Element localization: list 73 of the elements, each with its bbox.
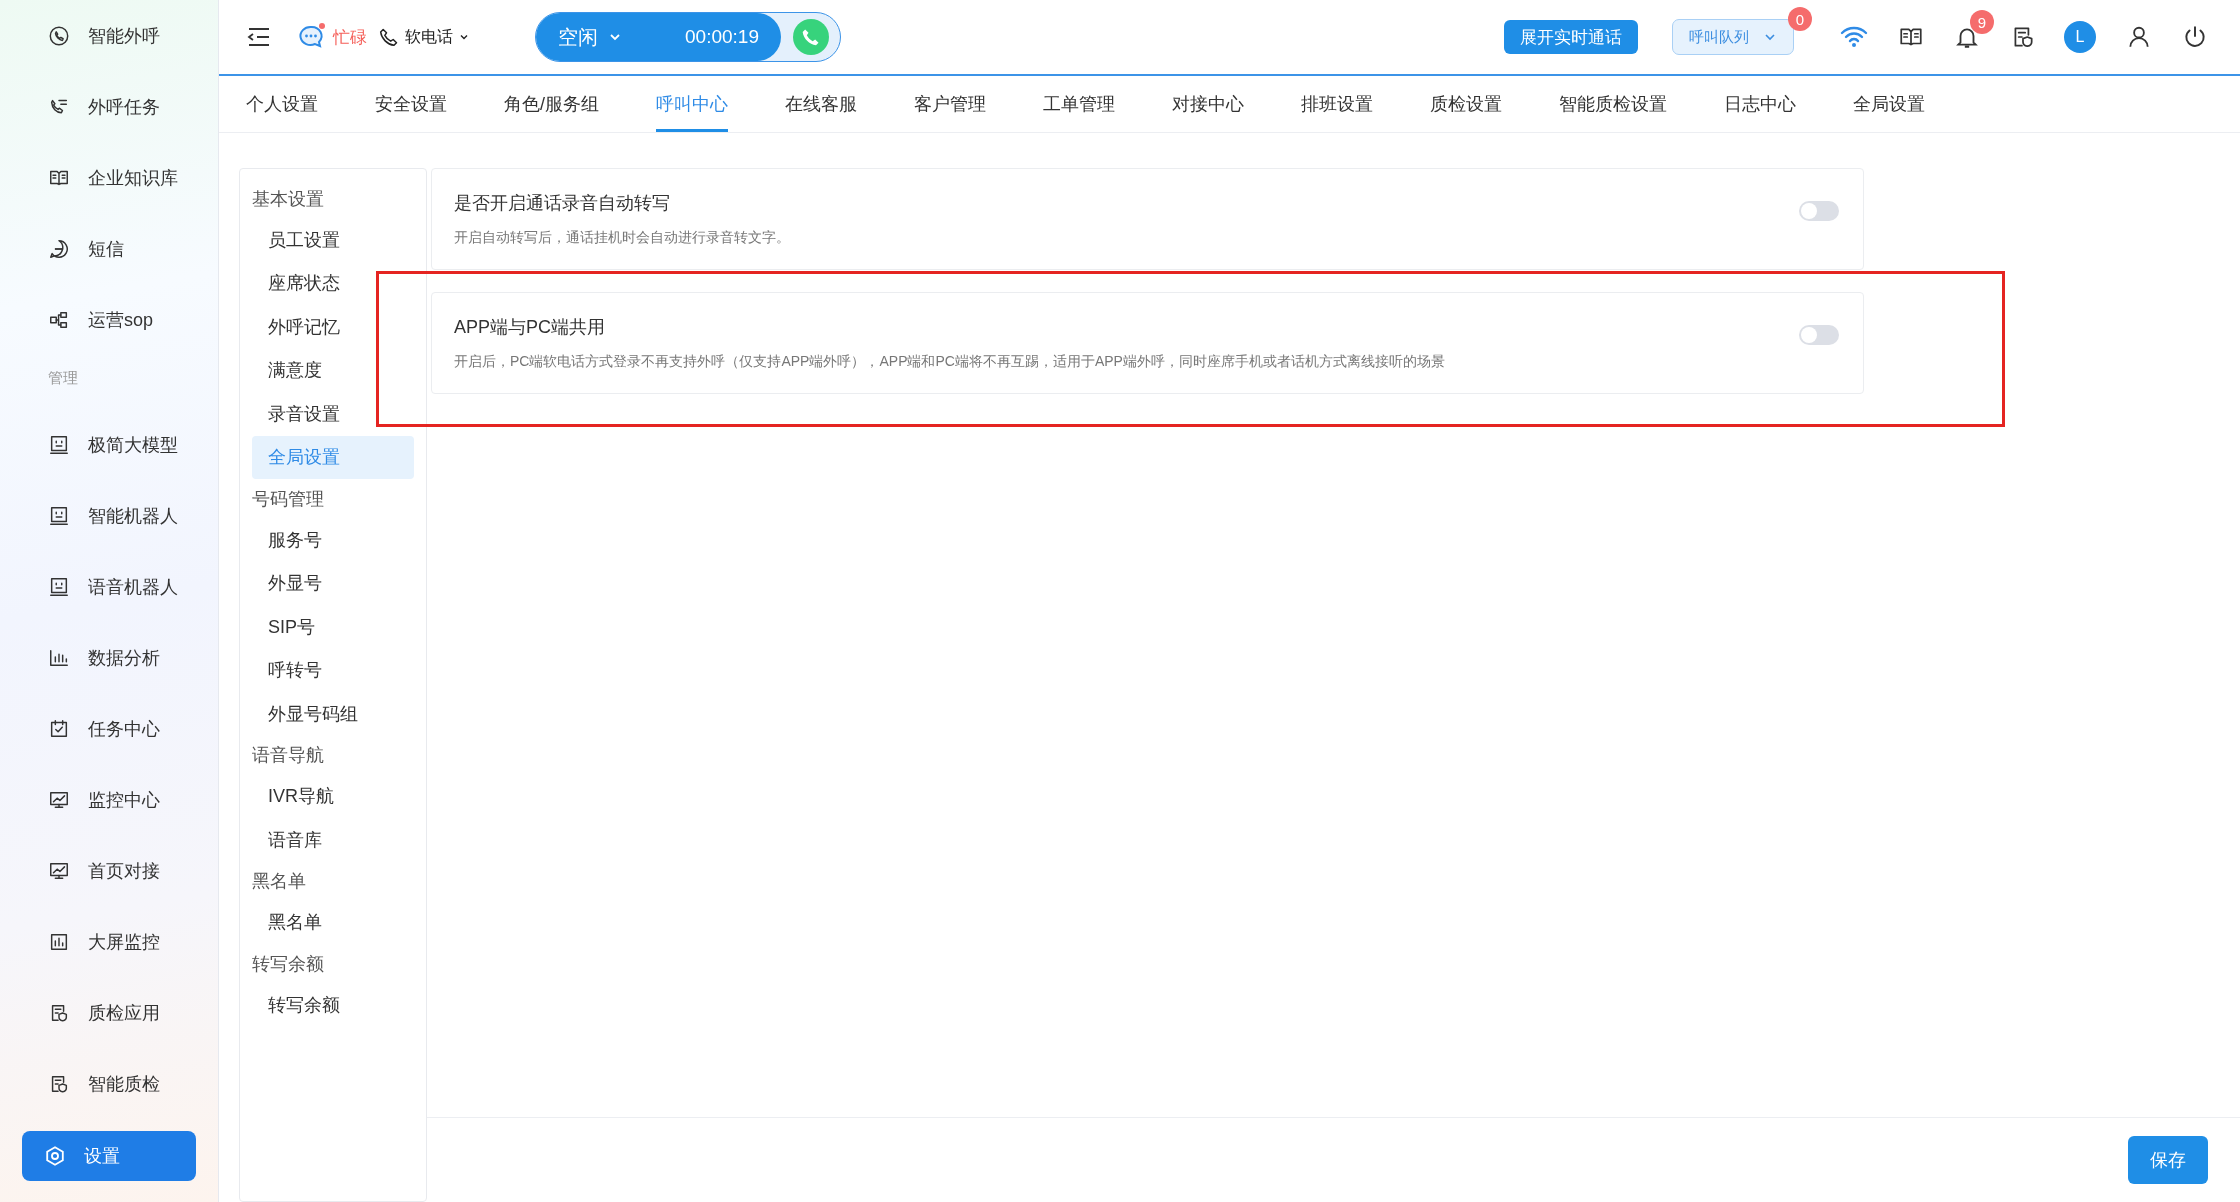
submenu-item[interactable]: 员工设置 <box>252 218 414 262</box>
nav-item[interactable]: 质检应用 <box>0 977 218 1048</box>
settings-tab[interactable]: 安全设置 <box>375 76 447 132</box>
submenu-item[interactable]: 录音设置 <box>252 392 414 436</box>
agent-status-text: 忙碌 <box>333 26 367 49</box>
nav-item[interactable]: 智能外呼 <box>0 0 218 71</box>
nav-item[interactable]: 语音机器人 <box>0 551 218 622</box>
settings-tab[interactable]: 全局设置 <box>1853 76 1925 132</box>
nav-item[interactable]: 运营sop <box>0 284 218 355</box>
phone-mode-dropdown[interactable]: 软电话 <box>379 26 469 48</box>
nav-item[interactable]: 企业知识库 <box>0 142 218 213</box>
setting-title: 是否开启通话录音自动转写 <box>454 192 671 215</box>
robot-icon <box>48 575 70 598</box>
settings-tab[interactable]: 呼叫中心 <box>656 76 728 132</box>
submenu-group-heading: 转写余额 <box>252 952 325 976</box>
settings-icon <box>44 1145 66 1167</box>
submenu-item[interactable]: 外呼记忆 <box>252 305 414 349</box>
submenu-group-heading: 黑名单 <box>252 870 307 893</box>
calendar-check-icon <box>48 717 70 740</box>
nav-item[interactable]: 设置 <box>22 1131 196 1181</box>
nav-item[interactable]: 数据分析 <box>0 622 218 693</box>
submenu-item[interactable]: 语音库 <box>252 818 414 862</box>
menu-icon[interactable] <box>247 26 271 48</box>
setting-description: 开启后，PC端软电话方式登录不再支持外呼（仅支持APP端外呼），APP端和PC端将不再互踢，适用于APP端外呼，同时座席手机或者话机方式离线接听的场景 <box>454 353 1446 371</box>
nav-item[interactable]: 大屏监控 <box>0 906 218 977</box>
settings-tab[interactable]: 质检设置 <box>1430 76 1502 132</box>
phone-icon <box>379 27 399 47</box>
nav-item[interactable]: 首页对接 <box>0 835 218 906</box>
settings-tab[interactable]: 客户管理 <box>914 76 986 132</box>
power-icon[interactable] <box>2182 24 2208 50</box>
submenu-item[interactable]: IVR导航 <box>252 774 414 818</box>
settings-tab[interactable]: 个人设置 <box>246 76 318 132</box>
nav-section-heading: 管理 <box>47 368 79 388</box>
settings-tab[interactable]: 日志中心 <box>1724 76 1796 132</box>
submenu-item[interactable]: 服务号 <box>252 518 414 562</box>
settings-tab[interactable]: 角色/服务组 <box>504 76 599 132</box>
queue-count-badge: 0 <box>1788 7 1812 31</box>
phone-icon <box>801 27 821 47</box>
setting-description: 开启自动转写后，通话挂机时会自动进行录音转文字。 <box>454 229 791 247</box>
submenu-group-heading: 基本设置 <box>252 187 325 211</box>
submenu-item[interactable]: 黑名单 <box>252 900 414 944</box>
submenu-group-heading: 语音导航 <box>252 744 325 767</box>
nav-item[interactable]: 短信 <box>0 213 218 284</box>
toggle-switch[interactable] <box>1799 201 1839 221</box>
settings-tab[interactable]: 排班设置 <box>1301 76 1373 132</box>
nav-item[interactable]: 任务中心 <box>0 693 218 764</box>
nav-item[interactable]: 外呼任务 <box>0 71 218 142</box>
submenu-item[interactable]: SIP号 <box>252 605 414 649</box>
submenu-item[interactable]: 转写余额 <box>252 983 414 1027</box>
wifi-icon[interactable] <box>1840 25 1868 49</box>
call-timer: 00:00:19 <box>685 26 759 48</box>
notification-count-badge: 9 <box>1970 10 1994 34</box>
setting-title: APP端与PC端共用 <box>454 316 607 339</box>
robot-icon <box>48 504 70 527</box>
submenu-item[interactable]: 外显号 <box>252 561 414 605</box>
caret-icon <box>459 32 469 42</box>
nav-item[interactable]: 极简大模型 <box>0 409 218 480</box>
settings-tab[interactable]: 智能质检设置 <box>1559 76 1667 132</box>
submenu-item[interactable]: 呼转号 <box>252 648 414 692</box>
submenu-item[interactable]: 外显号码组 <box>252 692 414 736</box>
robot-icon <box>48 433 70 456</box>
settings-tab[interactable]: 对接中心 <box>1172 76 1244 132</box>
nav-item[interactable]: 智能机器人 <box>0 480 218 551</box>
nav-item[interactable]: 监控中心 <box>0 764 218 835</box>
toggle-switch[interactable] <box>1799 325 1839 345</box>
settings-tab[interactable]: 工单管理 <box>1043 76 1115 132</box>
phone-icon <box>48 24 70 47</box>
settings-tab[interactable]: 在线客服 <box>785 76 857 132</box>
submenu-item[interactable]: 满意度 <box>252 348 414 392</box>
nav-item[interactable]: 智能质检 <box>0 1048 218 1119</box>
submenu-group-heading: 号码管理 <box>252 487 325 511</box>
submenu-item[interactable]: 座席状态 <box>252 261 414 305</box>
user-icon[interactable] <box>2126 24 2152 50</box>
